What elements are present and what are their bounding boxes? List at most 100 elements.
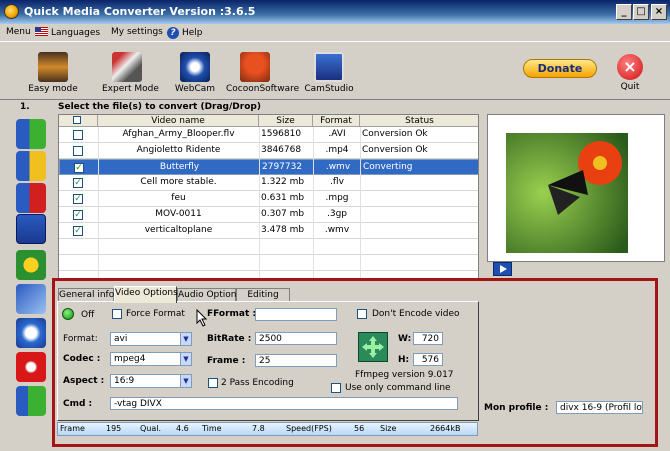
select-all-checkbox[interactable] bbox=[73, 116, 81, 124]
us-flag-icon bbox=[35, 27, 48, 36]
refresh-button[interactable] bbox=[16, 318, 46, 348]
easy-mode-button[interactable]: Easy mode bbox=[28, 52, 78, 94]
two-pass-checkbox[interactable] bbox=[208, 378, 218, 388]
chevron-down-icon: ▼ bbox=[180, 375, 191, 387]
table-row[interactable]: ✓ feu 0.631 mb .mpg bbox=[59, 191, 478, 207]
dont-encode-label: Don't Encode video bbox=[372, 309, 460, 319]
tab-audio-options[interactable]: Audio Options bbox=[177, 288, 241, 302]
header-select-all[interactable] bbox=[59, 115, 98, 127]
favorite-star-button[interactable] bbox=[16, 250, 46, 280]
status-qual-label: Qual. bbox=[140, 424, 162, 433]
toolbar: Easy mode Expert Mode WebCam CocoonSoftw… bbox=[0, 41, 670, 100]
menu-item-languages[interactable]: Languages bbox=[35, 27, 100, 38]
header-size[interactable]: Size bbox=[259, 115, 313, 127]
row-checkbox[interactable]: ✓ bbox=[73, 178, 83, 188]
menu-item-menu[interactable]: Menu bbox=[6, 27, 31, 37]
minimize-button[interactable]: _ bbox=[616, 4, 632, 20]
frame-input[interactable]: 25 bbox=[255, 354, 337, 367]
cell-video-name: Butterfly bbox=[159, 162, 200, 172]
menu-item-help[interactable]: ? Help bbox=[167, 27, 203, 39]
fformat-label: FFormat : bbox=[207, 309, 257, 319]
status-frame-value: 195 bbox=[106, 424, 122, 433]
cell-format: .flv bbox=[330, 177, 344, 187]
stop-button[interactable] bbox=[16, 352, 46, 382]
cell-status bbox=[362, 207, 478, 223]
profile-input[interactable]: divx 16-9 (Profil loaded bbox=[556, 401, 643, 414]
tab-general-infos[interactable]: General infos bbox=[58, 288, 119, 302]
dont-encode-checkbox[interactable] bbox=[357, 309, 367, 319]
cell-size: 0.631 mb bbox=[261, 193, 305, 203]
add-files-button[interactable] bbox=[16, 119, 46, 149]
table-row[interactable]: ✓ verticaltoplane 3.478 mb .wmv bbox=[59, 223, 478, 239]
off-label: Off bbox=[81, 310, 95, 320]
header-status[interactable]: Status bbox=[360, 115, 478, 127]
expert-mode-button[interactable]: Expert Mode bbox=[102, 52, 159, 94]
table-row[interactable]: Angioletto Ridente 3846768 .mp4 Conversion … bbox=[59, 143, 478, 159]
maximize-button[interactable]: □ bbox=[633, 4, 649, 20]
two-pass-label: 2 Pass Encoding bbox=[221, 378, 294, 388]
status-size-value: 2664kB bbox=[430, 424, 461, 433]
play-button[interactable] bbox=[493, 262, 512, 276]
width-input[interactable]: 720 bbox=[413, 332, 443, 345]
use-only-command-line-checkbox[interactable] bbox=[331, 383, 341, 393]
cocoonsoftware-button[interactable]: CocoonSoftware bbox=[226, 52, 299, 94]
film-box-icon bbox=[38, 52, 68, 82]
donate-button[interactable]: Donate bbox=[523, 59, 597, 78]
quit-icon: × bbox=[617, 54, 643, 80]
force-format-checkbox[interactable] bbox=[112, 309, 122, 319]
row-checkbox[interactable]: ✓ bbox=[73, 194, 83, 204]
cell-video-name: Cell more stable. bbox=[140, 177, 217, 187]
format-label: Format: bbox=[63, 334, 98, 344]
row-checkbox[interactable]: ✓ bbox=[73, 210, 83, 220]
menu-item-my-settings[interactable]: My settings bbox=[111, 27, 163, 37]
cell-format: .mpg bbox=[325, 193, 349, 203]
format-select[interactable]: avi ▼ bbox=[110, 332, 192, 346]
cell-status bbox=[362, 223, 478, 239]
butterfly-preview-image bbox=[506, 133, 628, 253]
row-checkbox[interactable] bbox=[73, 130, 83, 140]
status-speed-label: Speed(FPS) bbox=[286, 424, 332, 433]
chevron-down-icon: ▼ bbox=[180, 353, 191, 365]
tab-editing[interactable]: Editing bbox=[236, 288, 290, 302]
file-list[interactable]: Video name Size Format Status Afghan_Arm… bbox=[58, 114, 479, 284]
close-window-button[interactable]: × bbox=[651, 4, 667, 20]
cell-size: 1596810 bbox=[261, 129, 302, 139]
table-row[interactable]: ✓ MOV-0011 0.307 mb .3gp bbox=[59, 207, 478, 223]
status-size-label: Size bbox=[380, 424, 397, 433]
bitrate-input[interactable]: 2500 bbox=[255, 332, 337, 345]
header-format[interactable]: Format bbox=[313, 115, 360, 127]
fformat-input[interactable] bbox=[255, 308, 337, 321]
table-row[interactable]: ✓ Cell more stable. 1.322 mb .flv bbox=[59, 175, 478, 191]
conversion-status-bar: Frame 195 Qual. 4.6 Time 7.8 Speed(FPS) … bbox=[57, 422, 478, 436]
resize-arrows-icon[interactable] bbox=[358, 332, 388, 362]
row-checkbox[interactable]: ✓ bbox=[74, 163, 84, 173]
clear-list-button[interactable] bbox=[16, 214, 46, 244]
cell-status: Conversion Ok bbox=[362, 145, 428, 155]
quit-button[interactable]: × Quit bbox=[613, 54, 647, 92]
encode-status-led-icon[interactable] bbox=[62, 308, 74, 320]
empty-row bbox=[59, 255, 478, 271]
camstudio-button[interactable]: CamStudio bbox=[303, 52, 355, 94]
add-folder-button[interactable] bbox=[16, 151, 46, 181]
table-row[interactable]: Afghan_Army_Blooper.flv 1596810 .AVI Conver… bbox=[59, 127, 478, 143]
convert-button[interactable] bbox=[16, 386, 46, 416]
cocoon-icon bbox=[240, 52, 270, 82]
tab-video-options[interactable]: Video Options bbox=[114, 286, 178, 303]
codec-select[interactable]: mpeg4 ▼ bbox=[110, 352, 192, 366]
video-preview bbox=[487, 114, 665, 262]
webcam-button[interactable]: WebCam bbox=[170, 52, 220, 94]
table-row[interactable]: ✓ Butterfly 2797732 .wmv Converting bbox=[59, 159, 478, 175]
window-title: Quick Media Converter Version :3.6.5 bbox=[24, 5, 256, 18]
remove-file-button[interactable] bbox=[16, 183, 46, 213]
row-checkbox[interactable] bbox=[73, 146, 83, 156]
status-frame-label: Frame bbox=[60, 424, 85, 433]
row-checkbox[interactable]: ✓ bbox=[73, 226, 83, 236]
app-icon bbox=[4, 4, 19, 19]
edit-button[interactable] bbox=[16, 284, 46, 314]
title-bar: Quick Media Converter Version :3.6.5 _ □… bbox=[0, 0, 670, 24]
aspect-select[interactable]: 16:9 ▼ bbox=[110, 374, 192, 388]
cmd-input[interactable]: -vtag DIVX bbox=[110, 397, 458, 410]
header-video-name[interactable]: Video name bbox=[98, 115, 259, 127]
height-input[interactable]: 576 bbox=[413, 353, 443, 366]
cell-status: Converting bbox=[363, 162, 413, 172]
